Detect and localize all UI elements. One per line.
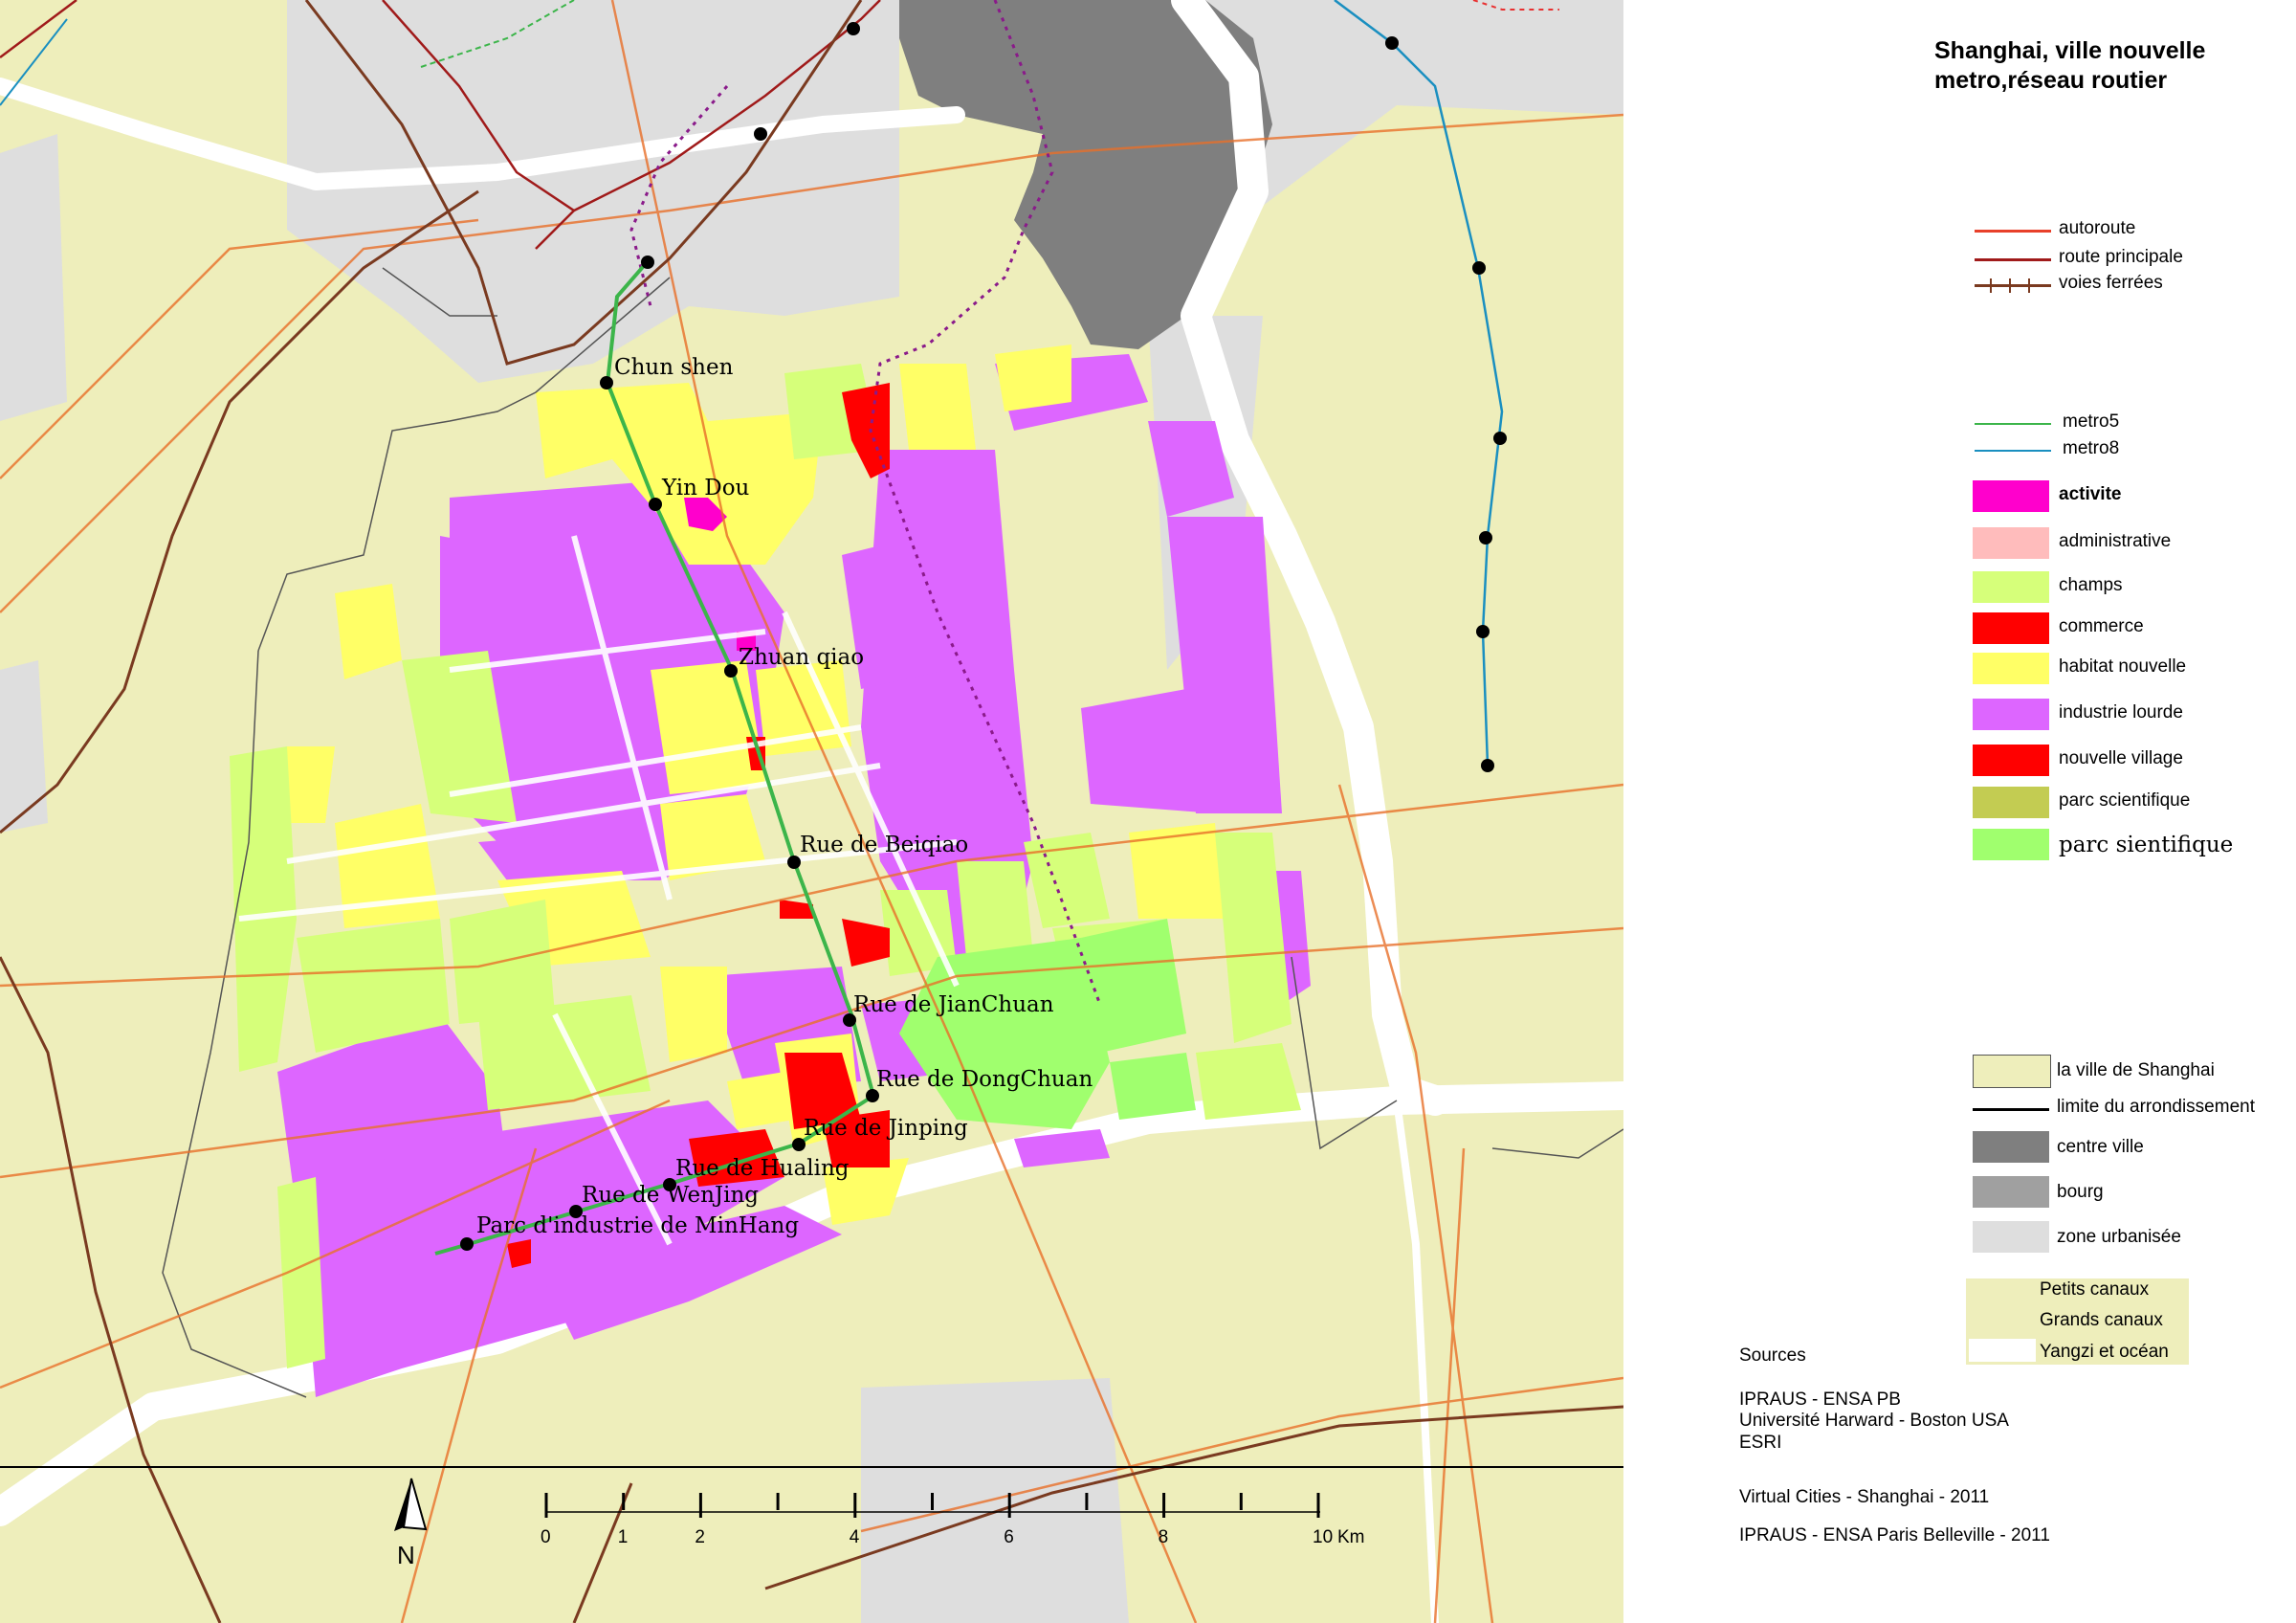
metro5-station [600, 376, 613, 389]
legend-base-swatch [1973, 1108, 2049, 1111]
legend-zone-label: habitat nouvelle [2059, 656, 2187, 677]
station-label: Parc d'industrie de MinHang [476, 1213, 799, 1238]
station-label: Yin Dou [661, 476, 749, 500]
legend-zone-swatch [1973, 829, 2049, 860]
legend-metro-label: metro8 [2063, 438, 2120, 458]
scale-label: 2 [695, 1527, 705, 1547]
scale-label: 6 [1004, 1527, 1014, 1547]
metro5-station [649, 498, 662, 511]
legend-zone-swatch [1973, 653, 2049, 684]
legend-metro-label: metro5 [2063, 411, 2120, 432]
footer-line-2: IPRAUS - ENSA Paris Belleville - 2011 [1739, 1525, 2050, 1545]
legend-metro-swatch [1975, 450, 2051, 452]
legend-base-label: la ville de Shanghai [2057, 1060, 2215, 1080]
legend-zone-swatch [1973, 787, 2049, 818]
north-label: N [397, 1541, 415, 1569]
map-canvas: Chun shen Yin Dou Zhuan qiao Rue de Beiqiao… [0, 0, 1623, 1623]
source-line-3: ESRI [1739, 1433, 1782, 1453]
legend-line-label: route principale [2059, 247, 2183, 267]
legend-zone-swatch [1973, 571, 2049, 603]
scale-label: 8 [1159, 1527, 1169, 1547]
legend-zone-label: industrie lourde [2059, 702, 2183, 723]
station-label: Rue de Beiqiao [800, 833, 968, 857]
station-label: Rue de JianChuan [853, 992, 1054, 1017]
station-label: Chun shen [614, 355, 734, 380]
legend-zone-swatch [1973, 527, 2049, 559]
legend-line-swatch [1975, 230, 2051, 233]
legend-panel [1623, 0, 2296, 1623]
legend-zone-label: commerce [2059, 616, 2144, 636]
station-label: Rue de DongChuan [876, 1067, 1093, 1092]
scale-label: 0 [541, 1527, 551, 1547]
legend-zone-label: parc sientifique [2059, 833, 2234, 857]
source-line-1: IPRAUS - ENSA PB [1739, 1390, 1901, 1410]
legend-base-label: zone urbanisée [2057, 1227, 2181, 1247]
station-label: Rue de WenJing [582, 1183, 759, 1208]
legend-line-label: autoroute [2059, 218, 2136, 238]
scale-label: 4 [850, 1527, 860, 1547]
water-legend-ocean-swatch [1969, 1339, 2036, 1362]
legend-base-swatch [1973, 1221, 2049, 1253]
legend-water-label: Grands canaux [2040, 1310, 2163, 1330]
map-title-line-1: Shanghai, ville nouvelle [1934, 37, 2206, 64]
map-title: Shanghai, ville nouvelle metro,réseau ro… [1934, 36, 2205, 96]
legend-water-label: Petits canaux [2040, 1279, 2150, 1300]
station-label: Rue de Hualing [675, 1156, 850, 1181]
scale-label: 1 [618, 1527, 629, 1547]
legend-zone-label: activite [2059, 484, 2122, 504]
legend-line-swatch [1975, 258, 2051, 261]
metro5-station [787, 856, 801, 869]
footer-line-1: Virtual Cities - Shanghai - 2011 [1739, 1487, 1990, 1507]
legend-line-swatch [1975, 284, 2051, 287]
legend-base-swatch [1973, 1055, 2051, 1088]
legend-zone-swatch [1973, 612, 2049, 644]
station-label: Rue de Jinping [804, 1116, 968, 1141]
legend-zone-swatch [1973, 480, 2049, 512]
legend-zone-swatch [1973, 699, 2049, 730]
legend-water-label: Yangzi et océan [2040, 1342, 2169, 1362]
legend-base-label: centre ville [2057, 1137, 2144, 1157]
rail-tick [2028, 278, 2030, 293]
scale-label: 10 [1313, 1527, 1333, 1547]
legend-zone-label: administrative [2059, 531, 2172, 551]
source-line-2: Université Harward - Boston USA [1739, 1411, 2009, 1431]
rail-tick [2009, 278, 2011, 293]
legend-zone-label: champs [2059, 575, 2123, 595]
sources-heading: Sources [1739, 1345, 1806, 1366]
legend-zone-label: nouvelle village [2059, 748, 2183, 768]
legend-zone-swatch [1973, 745, 2049, 776]
scale-unit: Km [1337, 1527, 1365, 1547]
legend-zone-label: parc scientifique [2059, 790, 2191, 811]
metro5-station [460, 1237, 474, 1251]
legend-line-label: voies ferrées [2059, 273, 2163, 293]
metro5-station [641, 256, 654, 269]
legend-base-label: limite du arrondissement [2057, 1097, 2255, 1117]
station-label: Zhuan qiao [739, 645, 864, 670]
map-title-line-2: metro,réseau routier [1934, 67, 2168, 94]
legend-base-label: bourg [2057, 1182, 2104, 1202]
legend-base-swatch [1973, 1131, 2049, 1163]
legend-metro-swatch [1975, 423, 2051, 425]
legend-base-swatch [1973, 1176, 2049, 1208]
metro5-station [724, 664, 738, 678]
rail-tick [1990, 278, 1992, 293]
